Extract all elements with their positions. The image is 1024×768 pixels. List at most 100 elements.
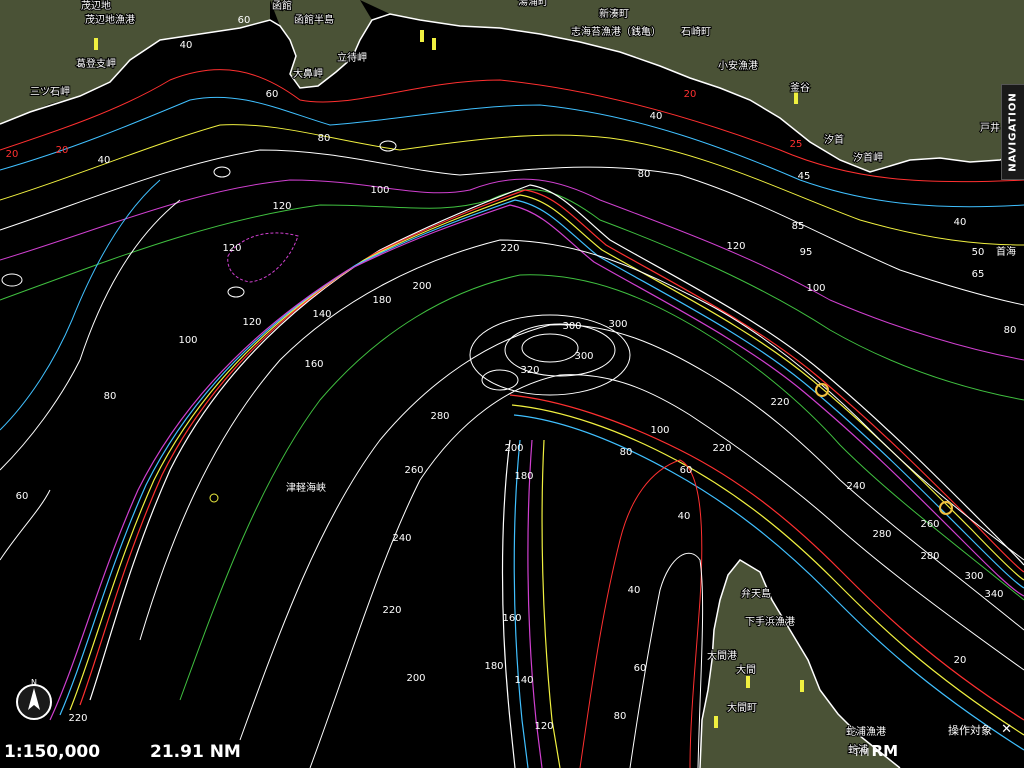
depth-label: 20	[56, 145, 69, 156]
depth-label: 100	[650, 425, 669, 436]
status-bar: 1:150,000 21.91 NM TM RM	[0, 738, 1024, 768]
navigation-tab-label: NAVIGATION	[1007, 92, 1019, 172]
depth-label: 100	[806, 283, 825, 294]
depth-label: 20	[6, 149, 19, 160]
place-label: 茂辺地	[81, 0, 111, 12]
depth-label: 25	[790, 139, 803, 150]
buoy-marker[interactable]	[746, 676, 750, 688]
operation-target-label[interactable]: 操作対象	[948, 722, 992, 738]
depth-label: 80	[614, 711, 627, 722]
buoy-marker[interactable]	[714, 716, 718, 728]
depth-contour-map[interactable]: 茂辺地 茂辺地漁港 函館 函館半島 湯浦町 新湊町 志海苔漁港（銭亀） 石崎町 …	[0, 0, 1024, 768]
place-label: 函館半島	[294, 13, 334, 26]
depth-label: 60	[16, 491, 29, 502]
place-label: 弁天島	[741, 587, 771, 600]
place-label: 下手浜漁港	[745, 615, 795, 628]
depth-label: 280	[872, 529, 891, 540]
depth-label: 40	[98, 155, 111, 166]
place-label: 小安漁港	[718, 59, 758, 72]
depth-label: 260	[404, 465, 423, 476]
depth-label: 160	[304, 359, 323, 370]
place-label: 石崎町	[681, 25, 711, 38]
depth-label: 100	[178, 335, 197, 346]
depth-label: 120	[726, 241, 745, 252]
place-label: 立待岬	[337, 51, 367, 64]
depth-label: 300	[964, 571, 983, 582]
depth-label: 45	[798, 171, 811, 182]
buoy-marker[interactable]	[420, 30, 424, 42]
depth-label: 40	[954, 217, 967, 228]
depth-label: 140	[514, 675, 533, 686]
place-label: 三ツ石岬	[30, 86, 70, 98]
depth-label: 60	[680, 465, 693, 476]
depth-label: 40	[628, 585, 641, 596]
depth-label: 50	[972, 247, 985, 258]
depth-label: 100	[370, 185, 389, 196]
depth-label: 160	[502, 613, 521, 624]
depth-label: 240	[392, 533, 411, 544]
buoy-marker[interactable]	[432, 38, 436, 50]
buoy-marker[interactable]	[94, 38, 98, 50]
depth-label: 40	[650, 111, 663, 122]
depth-label: 120	[222, 243, 241, 254]
depth-label: 95	[800, 247, 813, 258]
depth-label: 180	[484, 661, 503, 672]
place-label: 大間	[736, 663, 756, 676]
motion-mode-prefix: TM	[853, 746, 870, 759]
place-label: 首海	[996, 245, 1016, 258]
depth-label: 300	[562, 321, 581, 332]
place-label: 新湊町	[599, 7, 629, 20]
north-arrow-icon[interactable]: N	[12, 678, 56, 722]
depth-label: 85	[792, 221, 805, 232]
depth-label: 300	[574, 351, 593, 362]
depth-label: 220	[770, 397, 789, 408]
place-label: 蛇浦漁港	[846, 725, 886, 738]
depth-label: 340	[984, 589, 1003, 600]
depth-label: 180	[514, 471, 533, 482]
place-label: 湯浦町	[518, 0, 548, 8]
depth-label: 120	[534, 721, 553, 732]
range-distance: 21.91 NM	[150, 742, 241, 762]
depth-label: 220	[500, 243, 519, 254]
depth-label: 220	[382, 605, 401, 616]
place-label: 津軽海峡	[286, 481, 326, 494]
depth-label: 200	[412, 281, 431, 292]
motion-mode-indicator[interactable]: TM RM	[853, 742, 898, 760]
place-label: 志海苔漁港（銭亀）	[571, 25, 661, 38]
place-label: 大鼻岬	[293, 67, 323, 80]
depth-label: 220	[712, 443, 731, 454]
depth-label: 260	[920, 519, 939, 530]
depth-label: 20	[684, 89, 697, 100]
depth-label: 20	[954, 655, 967, 666]
depth-label: 120	[272, 201, 291, 212]
depth-label: 220	[68, 713, 87, 724]
place-label: 戸井	[980, 121, 1000, 134]
place-label: 釜谷	[790, 81, 810, 94]
depth-label: 60	[266, 89, 279, 100]
depth-label: 120	[242, 317, 261, 328]
depth-label: 280	[430, 411, 449, 422]
depth-label: 40	[180, 40, 193, 51]
chart-scale: 1:150,000	[4, 742, 101, 762]
depth-label: 80	[318, 133, 331, 144]
depth-label: 200	[406, 673, 425, 684]
depth-label: 180	[372, 295, 391, 306]
place-label: 大間港	[707, 649, 737, 662]
depth-label: 80	[104, 391, 117, 402]
place-label: 函館	[272, 0, 292, 12]
close-icon[interactable]: ✕	[1001, 722, 1012, 737]
depth-label: 60	[634, 663, 647, 674]
place-label: 葛登支岬	[76, 57, 116, 70]
motion-mode-value: RM	[871, 742, 898, 760]
depth-label: 40	[678, 511, 691, 522]
svg-text:N: N	[31, 678, 37, 687]
place-label: 大間町	[727, 701, 757, 714]
place-label: 茂辺地漁港	[85, 13, 135, 26]
place-label: 汐首	[824, 133, 844, 146]
navigation-tab[interactable]: NAVIGATION	[1001, 84, 1024, 180]
depth-label: 60	[238, 15, 251, 26]
depth-label: 280	[920, 551, 939, 562]
depth-label: 80	[1004, 325, 1017, 336]
nautical-chart-view[interactable]: 茂辺地 茂辺地漁港 函館 函館半島 湯浦町 新湊町 志海苔漁港（銭亀） 石崎町 …	[0, 0, 1024, 768]
buoy-marker[interactable]	[800, 680, 804, 692]
